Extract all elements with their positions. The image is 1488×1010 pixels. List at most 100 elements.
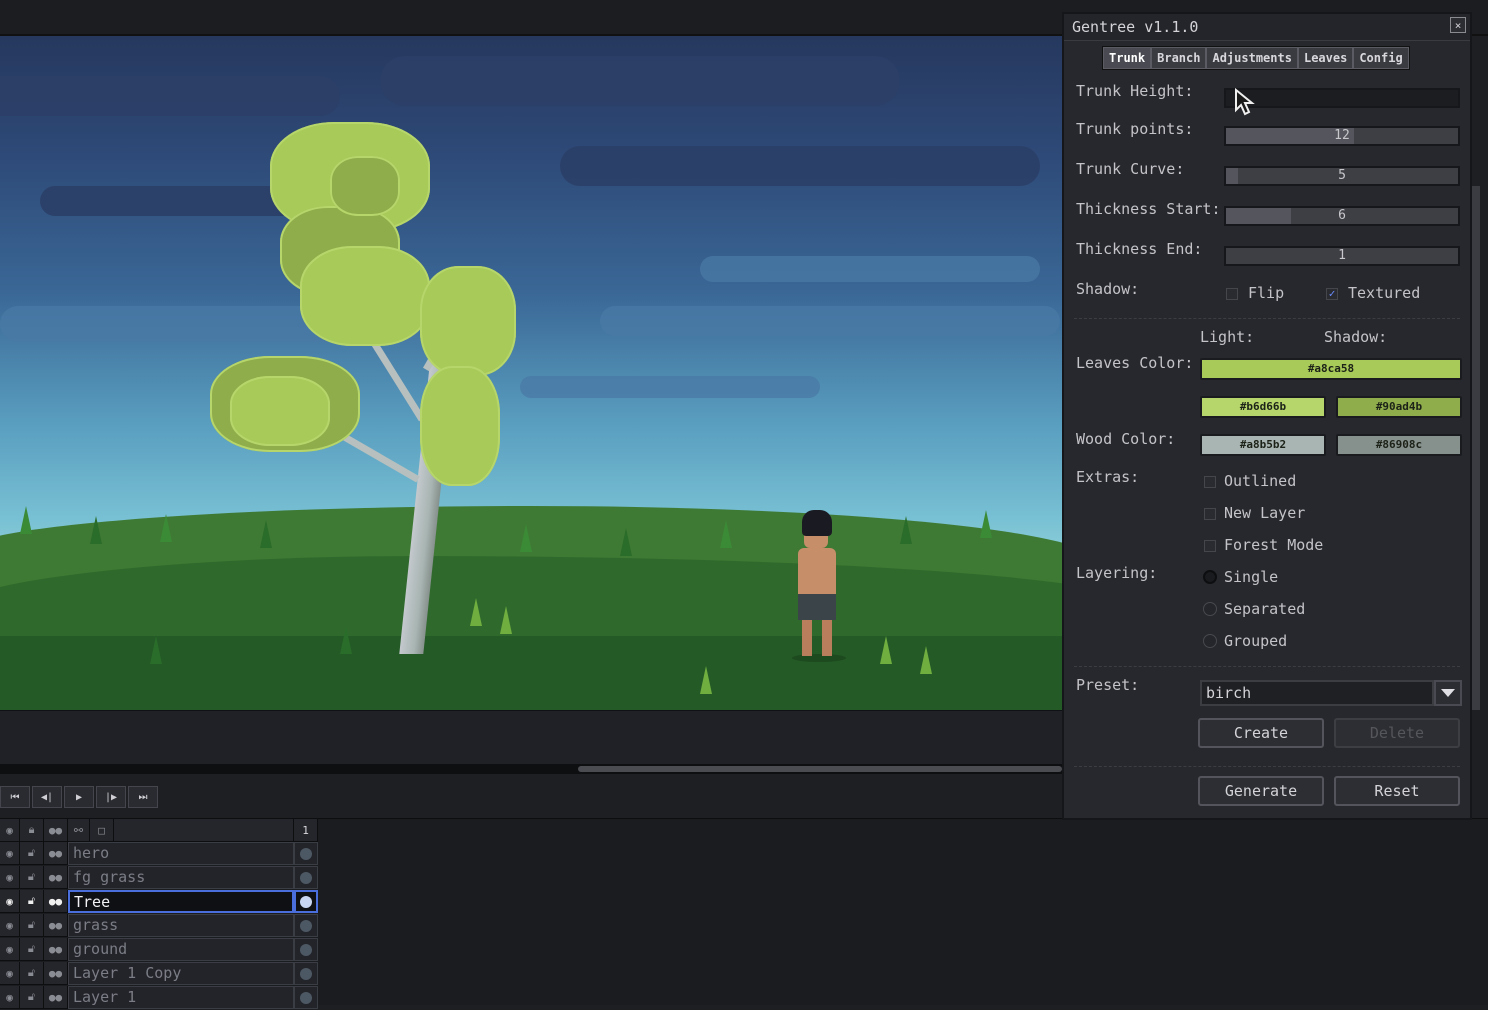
create-button[interactable]: Create [1198, 718, 1324, 748]
tab-leaves[interactable]: Leaves [1297, 47, 1354, 69]
continuous-icon[interactable]: ●● [44, 986, 68, 1009]
first-frame-icon[interactable]: ⏮ [0, 786, 30, 808]
layer-row[interactable]: ◉ 🔓︎ ●● fg grass [0, 866, 320, 890]
tab-config[interactable]: Config [1353, 47, 1409, 69]
eye-icon[interactable]: ◉ [0, 962, 20, 985]
lock-icon[interactable]: 🔓︎ [20, 890, 44, 913]
layer-row[interactable]: ◉ 🔓︎ ●● ground [0, 938, 320, 962]
playback-controls: ⏮ ◀| ▶ |▶ ⏭ [0, 786, 160, 810]
frame-header[interactable]: 1 [294, 819, 318, 842]
generate-button[interactable]: Generate [1198, 776, 1324, 806]
vertical-scrollbar[interactable] [1472, 186, 1480, 710]
last-frame-icon[interactable]: ⏭ [128, 786, 158, 808]
trunk-curve-slider[interactable]: 5 [1224, 166, 1460, 186]
extras-label: Extras: [1076, 468, 1140, 486]
new-layer-checkbox[interactable] [1204, 508, 1216, 520]
layer-row[interactable]: ◉ 🔓︎ ●● Layer 1 Copy [0, 962, 320, 986]
frame-cel[interactable] [294, 914, 318, 937]
tree-foliage [330, 156, 400, 216]
layer-row[interactable]: ◉ 🔓︎ ●● hero [0, 842, 320, 866]
lock-header-icon[interactable]: 🔒︎ [20, 819, 44, 842]
delete-button[interactable]: Delete [1334, 718, 1460, 748]
separator [1074, 318, 1460, 319]
sprite-canvas[interactable] [0, 36, 1062, 710]
tab-branch[interactable]: Branch [1151, 47, 1207, 69]
layer-name[interactable]: Layer 1 Copy [68, 962, 294, 985]
continuous-header-icon[interactable]: ●● [44, 819, 68, 842]
cel-dot-icon [300, 871, 312, 884]
group-layer-icon[interactable]: ⚯ [68, 819, 90, 842]
leaves-shadow-swatch[interactable]: #90ad4b [1336, 396, 1462, 418]
lock-icon[interactable]: 🔓︎ [20, 938, 44, 961]
layer-name[interactable]: grass [68, 914, 294, 937]
eye-icon[interactable]: ◉ [0, 842, 20, 865]
continuous-icon[interactable]: ●● [44, 914, 68, 937]
play-icon[interactable]: ▶ [64, 786, 94, 808]
lock-icon[interactable]: 🔓︎ [20, 842, 44, 865]
horizontal-scroll-thumb[interactable] [578, 766, 1062, 772]
continuous-icon[interactable]: ●● [44, 842, 68, 865]
layer-name[interactable]: fg grass [68, 866, 294, 889]
tab-adjustments[interactable]: Adjustments [1206, 47, 1298, 69]
dialog-title-bar[interactable]: Gentree v1.1.0 × [1064, 14, 1470, 41]
hero-sprite [792, 510, 846, 662]
forest-mode-checkbox[interactable] [1204, 540, 1216, 552]
grouped-radio[interactable] [1203, 634, 1217, 648]
trunk-points-slider[interactable]: 12 [1224, 126, 1460, 146]
layer-name[interactable]: hero [68, 842, 294, 865]
reset-button[interactable]: Reset [1334, 776, 1460, 806]
textured-checkbox[interactable]: ✓ [1326, 288, 1338, 300]
frame-cel[interactable] [294, 938, 318, 961]
frame-cel[interactable] [294, 890, 318, 913]
close-icon[interactable]: × [1450, 17, 1466, 33]
grass-tuft [720, 520, 732, 548]
frame-cel[interactable] [294, 866, 318, 889]
forest-mode-label: Forest Mode [1224, 536, 1324, 554]
frame-cel[interactable] [294, 842, 318, 865]
leaves-main-swatch[interactable]: #a8ca58 [1200, 358, 1462, 380]
next-frame-icon[interactable]: |▶ [96, 786, 126, 808]
grouped-label: Grouped [1224, 632, 1288, 650]
wood-light-swatch[interactable]: #a8b5b2 [1200, 434, 1326, 456]
horizontal-scrollbar[interactable] [0, 764, 1062, 774]
outlined-checkbox[interactable] [1204, 476, 1216, 488]
thickness-end-slider[interactable]: 1 [1224, 246, 1460, 266]
layer-row[interactable]: ◉ 🔓︎ ●● Tree [0, 890, 320, 914]
preset-select[interactable]: birch [1200, 680, 1434, 706]
thickness-start-slider[interactable]: 6 [1224, 206, 1460, 226]
lock-icon[interactable]: 🔓︎ [20, 962, 44, 985]
cel-dot-icon [300, 943, 312, 956]
eye-icon[interactable]: ◉ [0, 914, 20, 937]
prev-frame-icon[interactable]: ◀| [32, 786, 62, 808]
eye-icon[interactable]: ◉ [0, 938, 20, 961]
lock-icon[interactable]: 🔓︎ [20, 986, 44, 1009]
layer-row[interactable]: ◉ 🔓︎ ●● Layer 1 [0, 986, 320, 1010]
continuous-icon[interactable]: ●● [44, 866, 68, 889]
grass-tuft [880, 636, 892, 664]
layer-row[interactable]: ◉ 🔓︎ ●● grass [0, 914, 320, 938]
visibility-header-icon[interactable]: ◉ [0, 819, 20, 842]
flip-checkbox[interactable] [1226, 288, 1238, 300]
lock-icon[interactable]: 🔓︎ [20, 866, 44, 889]
grass-tuft [90, 516, 102, 544]
new-layer-icon[interactable]: □ [90, 819, 114, 842]
single-radio[interactable] [1203, 570, 1217, 584]
continuous-icon[interactable]: ●● [44, 890, 68, 913]
continuous-icon[interactable]: ●● [44, 962, 68, 985]
eye-icon[interactable]: ◉ [0, 866, 20, 889]
tab-trunk[interactable]: Trunk [1103, 47, 1152, 69]
eye-icon[interactable]: ◉ [0, 890, 20, 913]
separated-radio[interactable] [1203, 602, 1217, 616]
chevron-down-icon[interactable] [1434, 680, 1462, 706]
leaves-light-swatch[interactable]: #b6d66b [1200, 396, 1326, 418]
continuous-icon[interactable]: ●● [44, 938, 68, 961]
layer-name[interactable]: Tree [68, 890, 294, 913]
wood-shadow-swatch[interactable]: #86908c [1336, 434, 1462, 456]
frame-cel[interactable] [294, 986, 318, 1009]
layer-name[interactable]: Layer 1 [68, 986, 294, 1009]
cloud [0, 76, 340, 116]
layer-name[interactable]: ground [68, 938, 294, 961]
frame-cel[interactable] [294, 962, 318, 985]
eye-icon[interactable]: ◉ [0, 986, 20, 1009]
lock-icon[interactable]: 🔓︎ [20, 914, 44, 937]
